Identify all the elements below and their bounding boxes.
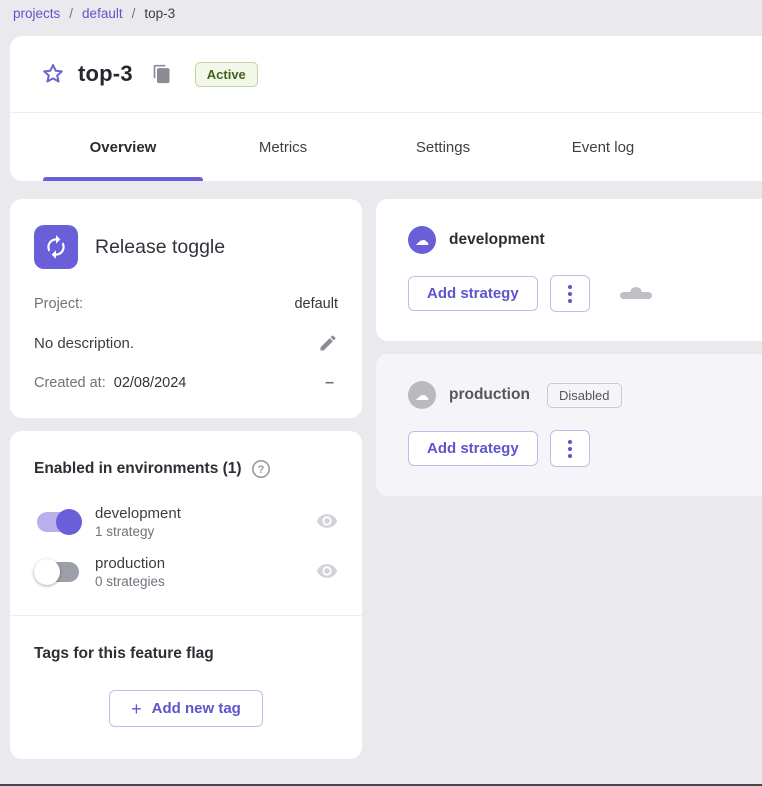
project-value: default [294,296,338,312]
environment-name: production [449,386,530,404]
environment-cloud-icon: ☁ [408,381,436,409]
svg-text:?: ? [257,464,264,476]
environment-actions: Add strategy [408,430,762,467]
small-cloud-icon [620,287,652,300]
strategy-card-development: ☁ development Add strategy [376,199,762,341]
description-row: No description. [34,333,338,353]
breadcrumb-link-default[interactable]: default [82,6,123,21]
project-row: Project: default [34,296,338,312]
env-strategy-count: 1 strategy [95,524,181,539]
breadcrumb-separator: / [132,6,136,21]
more-actions-button[interactable] [550,275,590,312]
status-badge: Active [195,62,258,87]
more-actions-button[interactable] [550,430,590,467]
env-name: development [95,505,181,522]
breadcrumb: projects / default / top-3 [0,0,762,21]
environment-name: development [449,231,545,249]
feature-title-row: top-3 Active [10,36,762,113]
page-title: top-3 [78,61,133,87]
project-label: Project: [34,296,83,312]
environments-header: Enabled in environments (1) ? [10,459,362,479]
env-strategy-count: 0 strategies [95,574,165,589]
description-text: No description. [34,335,134,352]
help-icon[interactable]: ? [251,459,271,479]
strategy-card-production: ☁ production Disabled Add strategy [376,354,762,496]
created-at-label: Created at: [34,375,106,391]
tab-settings[interactable]: Settings [363,113,523,181]
visibility-eye-icon[interactable] [316,560,338,585]
disabled-badge: Disabled [547,383,622,408]
env-row-production: production 0 strategies [10,555,362,589]
tags-section-title: Tags for this feature flag [34,645,338,663]
env-toggle-production[interactable] [34,558,82,586]
copy-name-icon[interactable] [152,64,172,84]
visibility-eye-icon[interactable] [316,510,338,535]
env-toggle-development[interactable] [34,508,82,536]
release-toggle-icon [34,225,78,269]
env-name: production [95,555,165,572]
add-strategy-button[interactable]: Add strategy [408,431,538,466]
main-content: Release toggle Project: default No descr… [10,199,762,759]
plus-icon: + [131,702,142,716]
add-new-tag-label: Add new tag [152,700,241,717]
feature-header-card: top-3 Active Overview Metrics Settings E… [10,36,762,181]
environment-actions: Add strategy [408,275,762,312]
edit-description-icon[interactable] [318,333,338,353]
add-strategy-button[interactable]: Add strategy [408,276,538,311]
feature-type-row: Release toggle [34,225,338,269]
collapse-details-button[interactable]: – [325,374,338,392]
breadcrumb-current: top-3 [144,6,175,21]
created-at-value: 02/08/2024 [114,375,187,391]
environment-header: ☁ development [408,226,762,254]
right-column: ☁ development Add strategy ☁ production … [376,199,762,496]
feature-type-label: Release toggle [95,236,225,259]
created-at-row: Created at: 02/08/2024 – [34,374,338,392]
breadcrumb-separator: / [69,6,73,21]
breadcrumb-link-projects[interactable]: projects [13,6,60,21]
environments-card: Enabled in environments (1) ? developmen… [10,431,362,759]
env-row-development: development 1 strategy [10,505,362,539]
environments-title: Enabled in environments (1) [34,460,242,478]
tab-event-log[interactable]: Event log [523,113,683,181]
environment-cloud-icon: ☁ [408,226,436,254]
tab-metrics[interactable]: Metrics [203,113,363,181]
environment-header: ☁ production Disabled [408,381,762,409]
feature-overview-card: Release toggle Project: default No descr… [10,199,362,418]
favorite-star-icon[interactable] [41,62,65,86]
left-column: Release toggle Project: default No descr… [10,199,362,759]
card-divider [10,615,362,616]
tab-overview[interactable]: Overview [43,113,203,181]
feature-tabs: Overview Metrics Settings Event log [10,113,762,181]
add-new-tag-button[interactable]: + Add new tag [109,690,263,727]
